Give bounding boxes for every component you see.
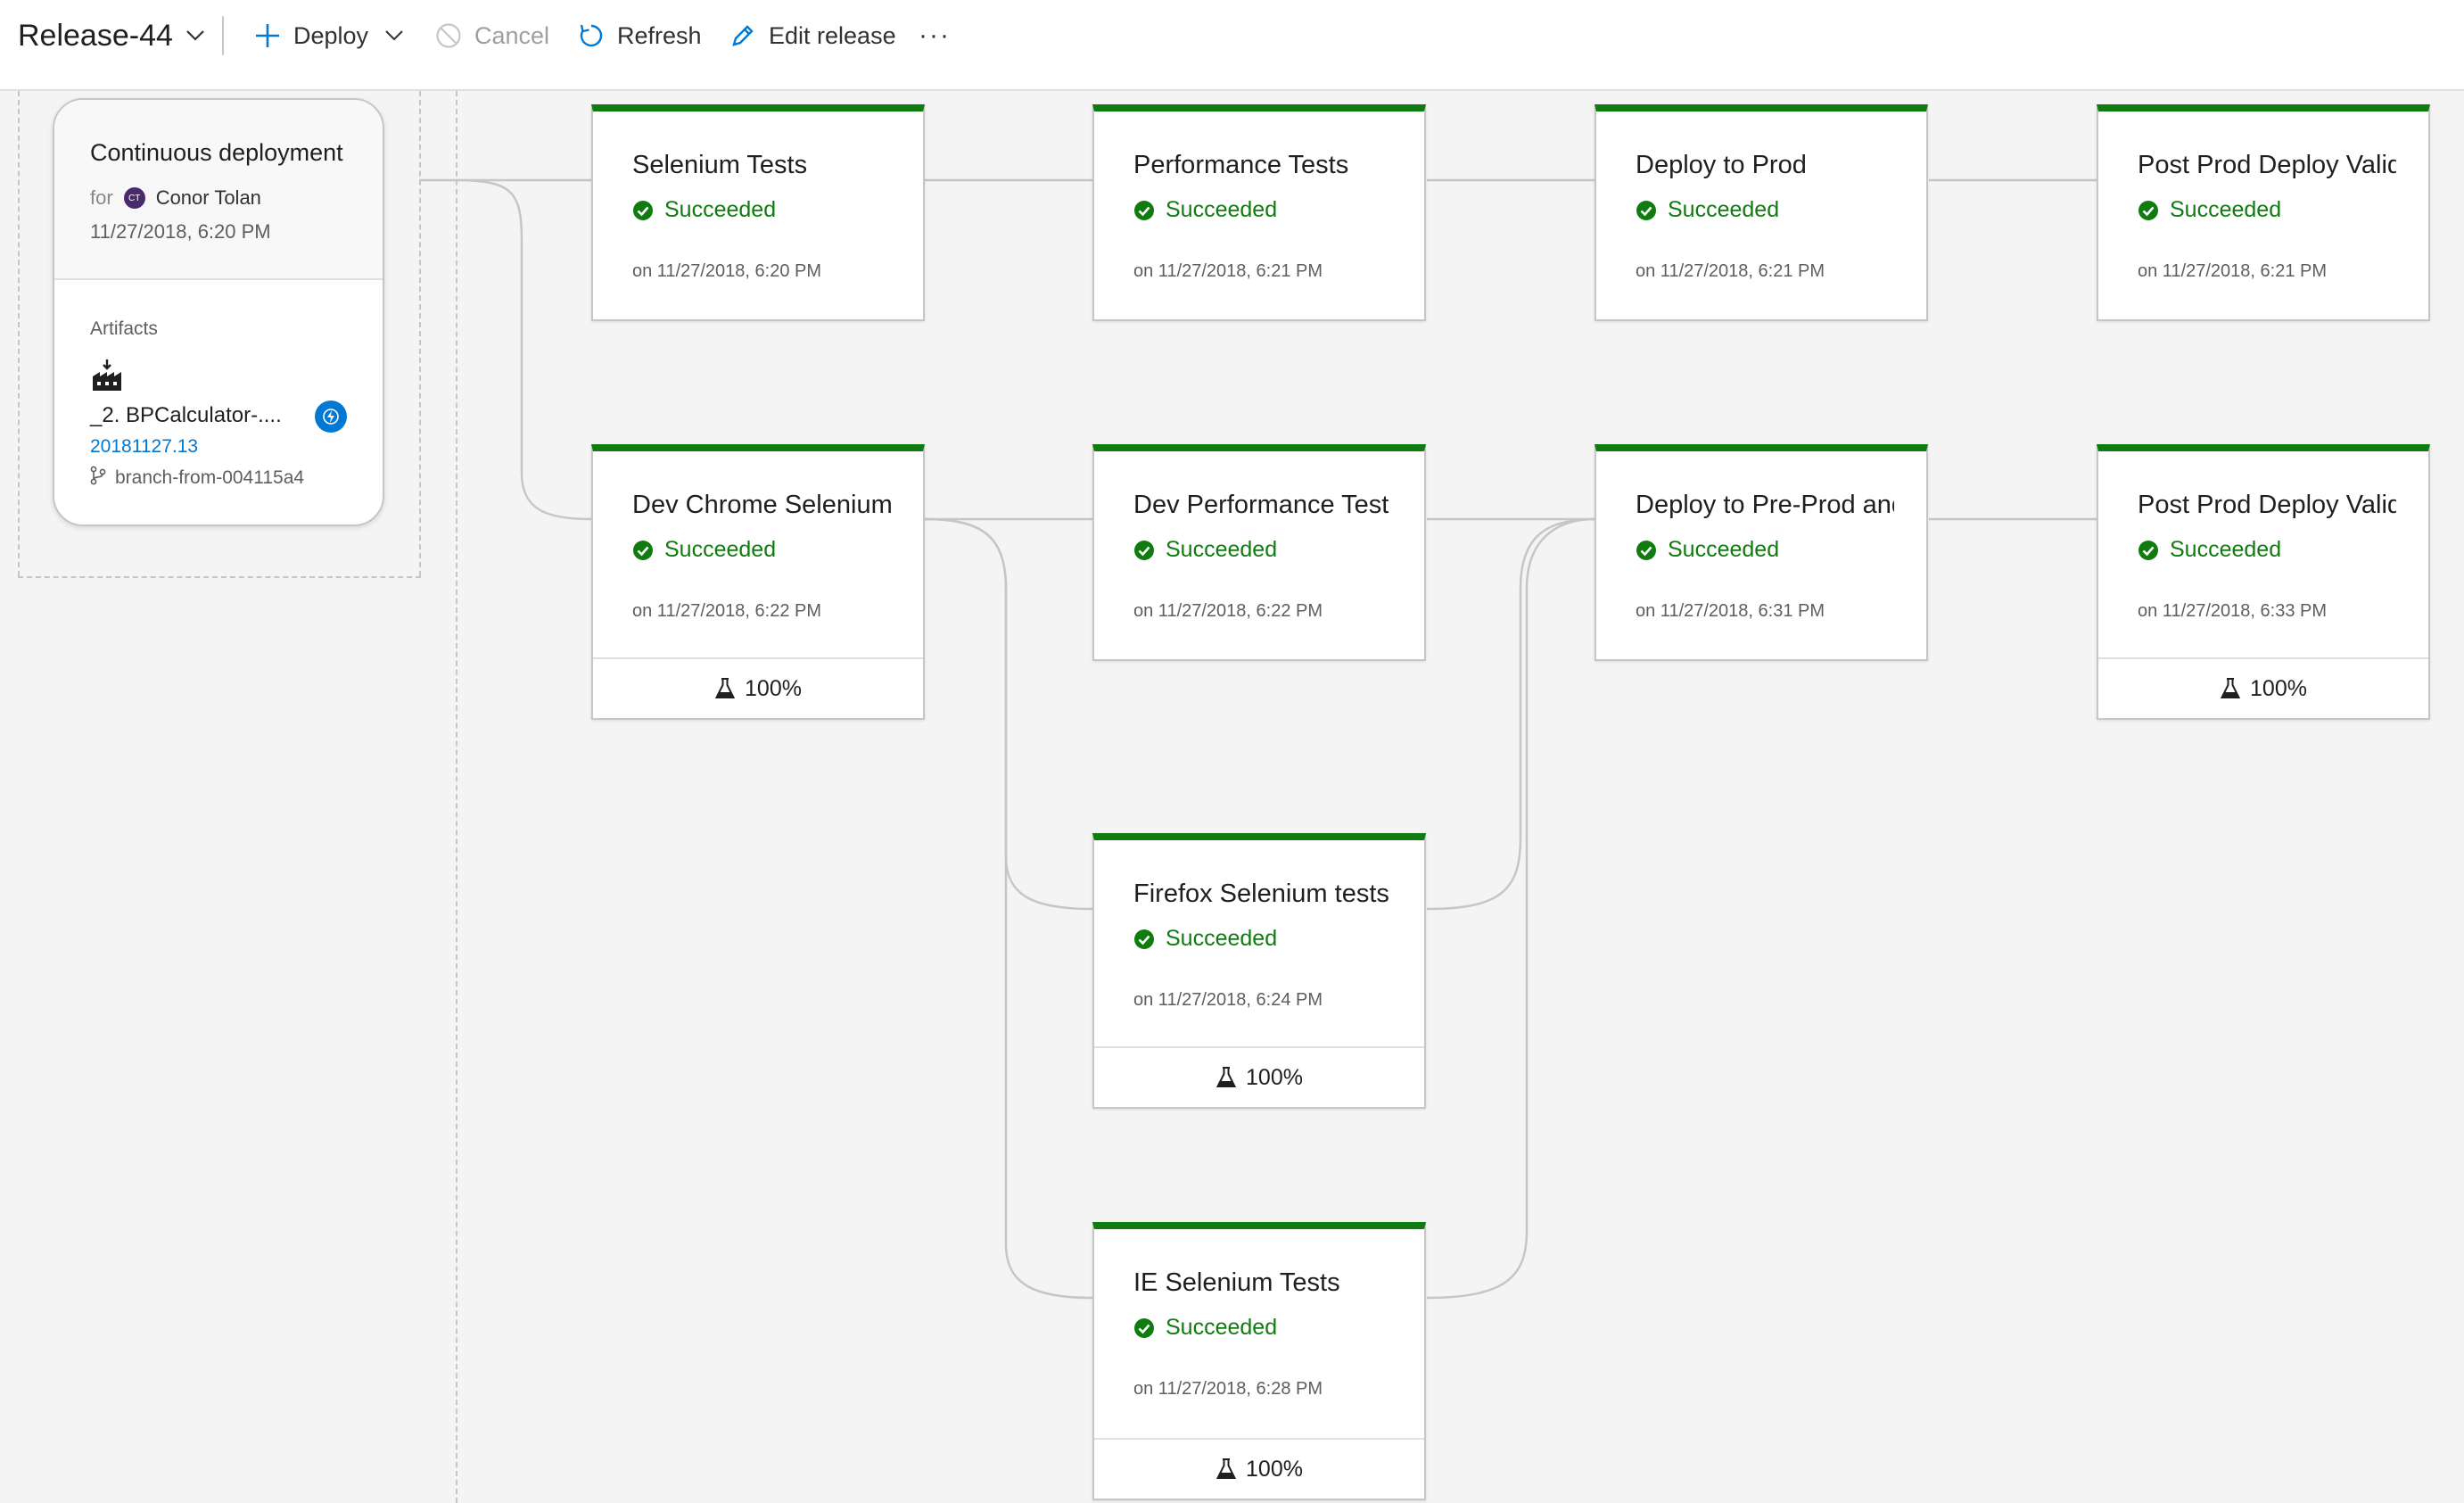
- stage-name: Firefox Selenium tests: [1133, 880, 1389, 908]
- flask-icon: [1216, 1067, 1237, 1087]
- stage-status: Succeeded: [2138, 197, 2281, 223]
- check-circle-icon: [1636, 200, 1656, 220]
- stage-timestamp: on 11/27/2018, 6:20 PM: [632, 261, 822, 281]
- stage-status: Succeeded: [2138, 537, 2281, 563]
- test-pass-rate: 100%: [1246, 1064, 1303, 1090]
- stage-timestamp: on 11/27/2018, 6:28 PM: [1133, 1379, 1323, 1399]
- check-circle-icon: [2138, 200, 2158, 220]
- stage-status-text: Succeeded: [1166, 926, 1278, 951]
- check-circle-icon: [1134, 1317, 1154, 1338]
- stage-name: Dev Chrome Selenium: [632, 491, 891, 519]
- stage-card-dev-performance-test[interactable]: Dev Performance Test Succeeded on 11/27/…: [1092, 444, 1426, 661]
- stage-card-ie-selenium[interactable]: IE Selenium Tests Succeeded on 11/27/201…: [1092, 1222, 1426, 1500]
- stage-name: Selenium Tests: [632, 151, 808, 179]
- stage-name: Deploy to Pre-Prod and: [1636, 491, 1894, 519]
- stage-status-text: Succeeded: [1166, 1315, 1278, 1340]
- test-results[interactable]: 100%: [1094, 1438, 1424, 1499]
- stage-timestamp: on 11/27/2018, 6:21 PM: [2138, 261, 2328, 281]
- stage-timestamp: on 11/27/2018, 6:31 PM: [1636, 601, 1825, 621]
- check-circle-icon: [633, 540, 653, 560]
- stage-timestamp: on 11/27/2018, 6:21 PM: [1636, 261, 1825, 281]
- flask-icon: [2220, 678, 2241, 698]
- stage-status: Succeeded: [1133, 197, 1277, 223]
- test-results[interactable]: 100%: [2098, 657, 2428, 718]
- stage-status-text: Succeeded: [664, 197, 777, 222]
- stage-name: IE Selenium Tests: [1133, 1268, 1340, 1297]
- stage-timestamp: on 11/27/2018, 6:33 PM: [2138, 601, 2328, 621]
- check-circle-icon: [1134, 200, 1154, 220]
- stage-card-selenium-tests[interactable]: Selenium Tests Succeeded on 11/27/2018, …: [591, 104, 925, 321]
- stage-status-text: Succeeded: [2170, 537, 2282, 562]
- flask-icon: [714, 678, 736, 698]
- stage-status-text: Succeeded: [1166, 537, 1278, 562]
- stage-status: Succeeded: [1636, 197, 1779, 223]
- stage-status-text: Succeeded: [1166, 197, 1278, 222]
- stage-timestamp: on 11/27/2018, 6:21 PM: [1133, 261, 1323, 281]
- stage-name: Performance Tests: [1133, 151, 1349, 179]
- stage-name: Post Prod Deploy Validation: [2138, 151, 2396, 179]
- stage-timestamp: on 11/27/2018, 6:22 PM: [632, 601, 822, 621]
- check-circle-icon: [1134, 540, 1154, 560]
- stage-name: Post Prod Deploy Validation: [2138, 491, 2396, 519]
- stage-timestamp: on 11/27/2018, 6:22 PM: [1133, 601, 1323, 621]
- stage-card-deploy-to-pre-prod[interactable]: Deploy to Pre-Prod and Succeeded on 11/2…: [1595, 444, 1928, 661]
- stage-status-text: Succeeded: [664, 537, 777, 562]
- stage-status-text: Succeeded: [2170, 197, 2282, 222]
- check-circle-icon: [1134, 929, 1154, 949]
- stage-status-text: Succeeded: [1668, 197, 1780, 222]
- stage-card-dev-chrome-selenium[interactable]: Dev Chrome Selenium Succeeded on 11/27/2…: [591, 444, 925, 720]
- stage-status-text: Succeeded: [1668, 537, 1780, 562]
- stage-card-post-prod-validation[interactable]: Post Prod Deploy Validation Succeeded on…: [2097, 104, 2430, 321]
- stage-timestamp: on 11/27/2018, 6:24 PM: [1133, 990, 1323, 1010]
- check-circle-icon: [633, 200, 653, 220]
- test-pass-rate: 100%: [745, 675, 802, 701]
- stage-card-firefox-selenium[interactable]: Firefox Selenium tests Succeeded on 11/2…: [1092, 833, 1426, 1109]
- stage-card-performance-tests[interactable]: Performance Tests Succeeded on 11/27/201…: [1092, 104, 1426, 321]
- check-circle-icon: [1636, 540, 1656, 560]
- stage-card-deploy-to-prod[interactable]: Deploy to Prod Succeeded on 11/27/2018, …: [1595, 104, 1928, 321]
- stage-name: Dev Performance Test: [1133, 491, 1389, 519]
- stage-name: Deploy to Prod: [1636, 151, 1807, 179]
- flask-icon: [1216, 1458, 1237, 1479]
- stage-status: Succeeded: [1133, 537, 1277, 563]
- test-pass-rate: 100%: [2250, 675, 2307, 701]
- stage-status: Succeeded: [632, 197, 776, 223]
- test-results[interactable]: 100%: [593, 657, 923, 718]
- check-circle-icon: [2138, 540, 2158, 560]
- stage-status: Succeeded: [1636, 537, 1779, 563]
- test-results[interactable]: 100%: [1094, 1046, 1424, 1107]
- stage-status: Succeeded: [1133, 1315, 1277, 1341]
- stage-status: Succeeded: [632, 537, 776, 563]
- stage-card-post-prod-validation-2[interactable]: Post Prod Deploy Validation Succeeded on…: [2097, 444, 2430, 720]
- stage-status: Succeeded: [1133, 926, 1277, 952]
- test-pass-rate: 100%: [1246, 1456, 1303, 1482]
